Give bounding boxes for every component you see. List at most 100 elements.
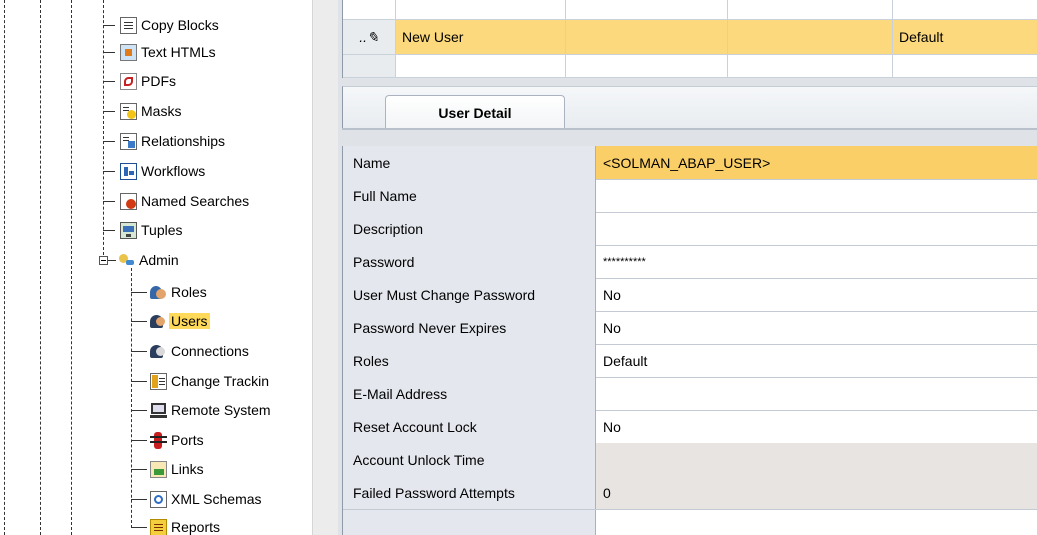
tab-user-detail[interactable]: User Detail xyxy=(385,95,565,130)
full-name-field[interactable] xyxy=(596,179,1037,212)
workflow-icon xyxy=(120,162,137,180)
tree-connector xyxy=(131,499,147,500)
tree-item-xml-schemas[interactable]: XML Schemas xyxy=(150,488,264,510)
tree-connector xyxy=(131,321,147,322)
tree-item-text-htmls[interactable]: Text HTMLs xyxy=(120,41,218,63)
field-label: Full Name xyxy=(343,179,596,212)
tree-item-label: Admin xyxy=(139,252,179,268)
ports-icon xyxy=(150,431,167,449)
roles-cell[interactable]: Default xyxy=(893,20,1037,54)
password-never-expires-field[interactable]: No xyxy=(596,311,1037,344)
table-cell[interactable] xyxy=(728,20,893,54)
detail-tabstrip: User Detail xyxy=(342,86,1037,130)
tree-item-label: PDFs xyxy=(141,73,176,89)
tree-item-relationships[interactable]: Relationships xyxy=(120,130,227,152)
tree-item-label: Ports xyxy=(171,432,204,448)
detail-row-password-never-expires[interactable]: Password Never Expires No xyxy=(343,311,1037,345)
tree-connector xyxy=(131,469,147,470)
tree-item-ports[interactable]: Ports xyxy=(150,429,206,451)
table-row[interactable] xyxy=(343,0,1037,20)
email-field[interactable] xyxy=(596,377,1037,410)
tree-connector xyxy=(103,201,115,202)
detail-row-email[interactable]: E-Mail Address xyxy=(343,377,1037,411)
tree-item-workflows[interactable]: Workflows xyxy=(120,160,207,182)
reset-account-lock-field[interactable]: No xyxy=(596,410,1037,443)
tree-item-connections[interactable]: Connections xyxy=(150,340,251,362)
table-cell xyxy=(396,0,566,19)
detail-row-failed-password-attempts: Failed Password Attempts 0 xyxy=(343,476,1037,510)
tree-item-label: Reports xyxy=(171,519,221,535)
must-change-password-field[interactable]: No xyxy=(596,278,1037,311)
detail-row-reset-account-lock[interactable]: Reset Account Lock No xyxy=(343,410,1037,444)
tree-item-label: Links xyxy=(171,461,204,477)
tree-item-reports[interactable]: Reports xyxy=(150,516,222,535)
tree-item-named-searches[interactable]: Named Searches xyxy=(120,190,251,212)
user-detail-table: Name <SOLMAN_ABAP_USER> Full Name Descri… xyxy=(342,146,1037,535)
tree-item-change-tracking[interactable]: Change Trackin xyxy=(150,370,271,392)
tree-item-roles[interactable]: Roles xyxy=(150,281,209,303)
account-unlock-time-field xyxy=(596,443,1037,476)
tree-connector xyxy=(131,527,147,528)
tree-connector xyxy=(131,410,147,411)
text-html-icon xyxy=(120,43,137,61)
tree-guide-line xyxy=(4,0,5,535)
name-field[interactable]: <SOLMAN_ABAP_USER> xyxy=(596,146,1037,179)
table-row-selected[interactable]: ..✎ New User Default xyxy=(343,20,1037,55)
pencil-icon: ..✎ xyxy=(359,28,379,45)
pdf-icon xyxy=(120,72,137,90)
links-icon xyxy=(150,460,167,478)
table-cell xyxy=(893,55,1037,77)
field-label: Failed Password Attempts xyxy=(343,476,596,509)
table-row[interactable] xyxy=(343,55,1037,78)
table-cell xyxy=(396,55,566,77)
records-grid: ..✎ New User Default xyxy=(342,0,1037,78)
panel-splitter[interactable] xyxy=(312,0,339,535)
description-field[interactable] xyxy=(596,212,1037,245)
table-cell xyxy=(566,55,728,77)
tree-item-label: Connections xyxy=(171,343,249,359)
table-cell[interactable] xyxy=(566,20,728,54)
detail-row-password[interactable]: Password ********** xyxy=(343,245,1037,279)
tree-connector xyxy=(131,440,147,441)
remote-system-icon xyxy=(150,402,167,419)
mask-icon xyxy=(120,102,137,120)
password-field[interactable]: ********** xyxy=(596,245,1037,278)
tree-connector xyxy=(108,260,116,261)
roles-icon xyxy=(150,284,167,301)
tree-item-links[interactable]: Links xyxy=(150,458,206,480)
detail-row-name[interactable]: Name <SOLMAN_ABAP_USER> xyxy=(343,146,1037,180)
tree-item-label: Masks xyxy=(141,103,182,119)
detail-row-description[interactable]: Description xyxy=(343,212,1037,246)
tree-item-admin[interactable]: Admin xyxy=(118,249,181,271)
detail-row-full-name[interactable]: Full Name xyxy=(343,179,1037,213)
row-edit-indicator[interactable]: ..✎ xyxy=(343,20,396,54)
tree-item-masks[interactable]: Masks xyxy=(120,100,183,122)
field-label: Name xyxy=(343,146,596,179)
field-label: User Must Change Password xyxy=(343,278,596,311)
reports-icon xyxy=(150,518,167,535)
tree-connector xyxy=(131,351,147,352)
tree-item-label: Remote System xyxy=(171,402,271,418)
tree-item-label: XML Schemas xyxy=(171,491,262,507)
tree-item-label: Users xyxy=(169,313,210,329)
detail-table-filler xyxy=(343,510,596,535)
tree-item-label: Copy Blocks xyxy=(141,17,219,33)
tree-item-tuples[interactable]: Tuples xyxy=(120,219,185,241)
connections-icon xyxy=(150,343,167,360)
field-label: Account Unlock Time xyxy=(343,443,596,476)
roles-field[interactable]: Default xyxy=(596,344,1037,377)
user-name-cell[interactable]: New User xyxy=(396,20,566,54)
users-icon xyxy=(150,313,167,330)
tree-item-remote-system[interactable]: Remote System xyxy=(150,399,273,421)
detail-row-must-change-password[interactable]: User Must Change Password No xyxy=(343,278,1037,312)
failed-password-attempts-field: 0 xyxy=(596,476,1037,509)
tree-item-users[interactable]: Users xyxy=(150,310,210,332)
tree-item-copy-blocks[interactable]: Copy Blocks xyxy=(120,14,221,36)
cell-text: New User xyxy=(402,29,464,45)
detail-row-roles[interactable]: Roles Default xyxy=(343,344,1037,378)
tree-item-label: Roles xyxy=(171,284,207,300)
collapse-toggle[interactable] xyxy=(99,256,108,265)
table-cell xyxy=(566,0,728,19)
tree-connector xyxy=(103,52,115,53)
tree-item-pdfs[interactable]: PDFs xyxy=(120,70,178,92)
